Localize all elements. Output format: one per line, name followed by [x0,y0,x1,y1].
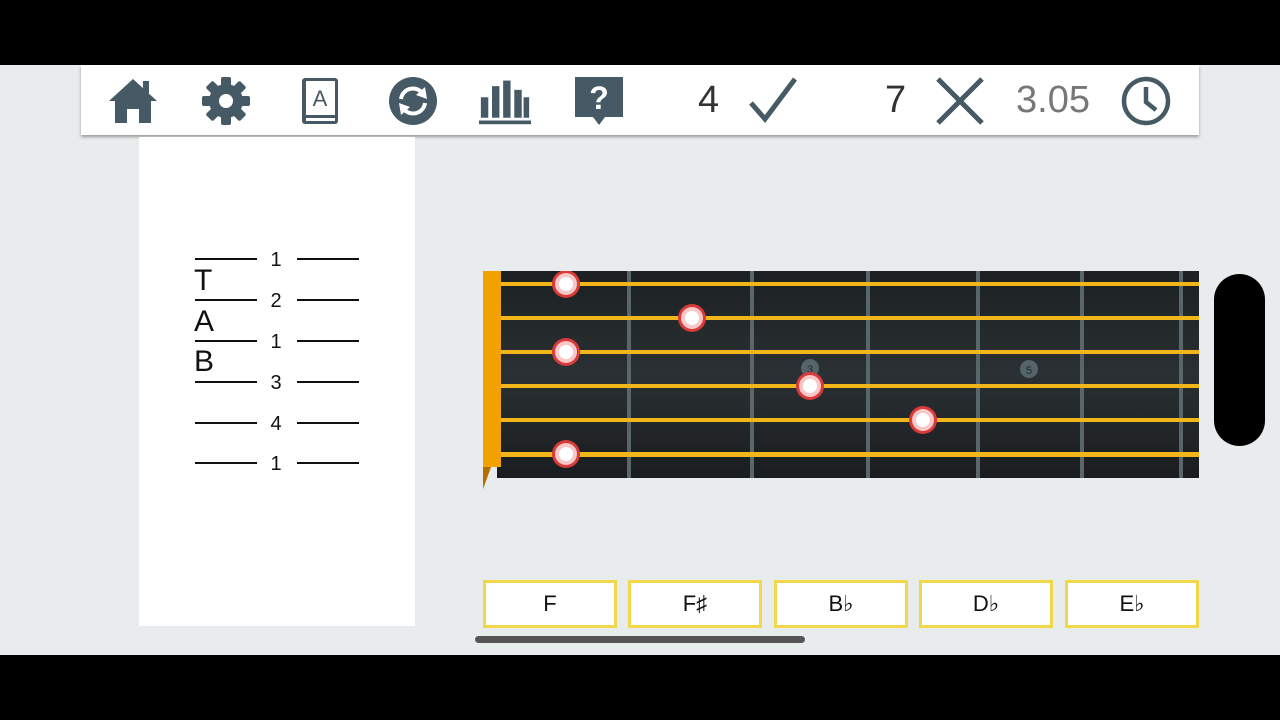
tab-letter-b: B [194,345,215,378]
fret-wire [976,271,980,478]
gear-icon[interactable] [200,75,252,127]
side-handle[interactable] [1214,274,1265,446]
guitar-string [501,316,1199,320]
answer-options: F F♯ B♭ D♭ E♭ [0,580,1280,628]
cross-icon [934,75,986,127]
guitar-string [501,384,1199,388]
checkmark-icon [747,75,799,127]
fret-marker-label: 5 [1026,365,1032,377]
tab-fret-number: 1 [270,453,282,475]
book-icon[interactable]: A [294,75,346,127]
tab-fret-number: 2 [270,290,282,312]
fret-wire [750,271,754,478]
correct-count: 4 [698,79,720,121]
tab-string-line [195,381,257,383]
tab-string-line [195,422,257,424]
svg-text:?: ? [589,80,609,116]
fretboard-wood [497,271,1199,478]
note-marker[interactable] [678,304,706,332]
svg-text:A: A [313,86,328,111]
stats-icon[interactable] [479,75,531,127]
answer-button-f[interactable]: F [483,580,617,628]
fret-wire [866,271,870,478]
answer-button-d-flat[interactable]: D♭ [919,580,1053,628]
home-icon[interactable] [107,75,159,127]
app-screen: A ? 4 7 3.05 1 2 1 3 4 1 T A B 3 5 F F♯ … [0,65,1280,655]
guitar-string [501,418,1199,422]
fret-wire [627,271,631,478]
answer-button-f-sharp[interactable]: F♯ [628,580,762,628]
tab-fret-number: 1 [270,249,282,271]
note-marker[interactable] [552,270,580,298]
wrong-count: 7 [885,79,907,121]
note-marker[interactable] [552,440,580,468]
fretboard-nut [483,271,501,489]
note-marker[interactable] [909,406,937,434]
time-display: 3.05 [1016,79,1090,121]
tab-string-line [195,462,257,464]
fret-wire [1179,271,1183,478]
tab-fret-number: 1 [270,331,282,353]
tab-string-line [297,340,359,342]
tab-string-line [297,258,359,260]
answer-button-b-flat[interactable]: B♭ [774,580,908,628]
tab-fret-number: 3 [270,372,282,394]
guitar-fretboard: 3 5 [483,270,1199,491]
tab-string-line [297,422,359,424]
note-marker[interactable] [796,372,824,400]
guitar-string [501,282,1199,286]
tab-fret-number: 4 [270,413,282,435]
tab-string-line [195,258,257,260]
guitar-string [501,350,1199,354]
horizontal-scrollbar[interactable] [475,636,805,643]
tab-string-line [195,299,257,301]
tab-string-line [297,381,359,383]
tab-string-line [195,340,257,342]
help-icon[interactable]: ? [573,75,625,127]
tab-notation-panel: 1 2 1 3 4 1 T A B [139,137,415,626]
tab-letter-a: A [194,305,215,338]
guitar-string [501,452,1199,457]
note-marker[interactable] [552,338,580,366]
clock-icon [1120,75,1172,127]
answer-button-e-flat[interactable]: E♭ [1065,580,1199,628]
fretboard-svg: 3 5 [483,270,1199,489]
fret-wire [1080,271,1084,478]
toolbar: A ? 4 7 3.05 [81,65,1199,135]
tab-letter-t: T [194,264,213,297]
refresh-icon[interactable] [387,75,439,127]
tab-string-line [297,299,359,301]
tab-string-line [297,462,359,464]
